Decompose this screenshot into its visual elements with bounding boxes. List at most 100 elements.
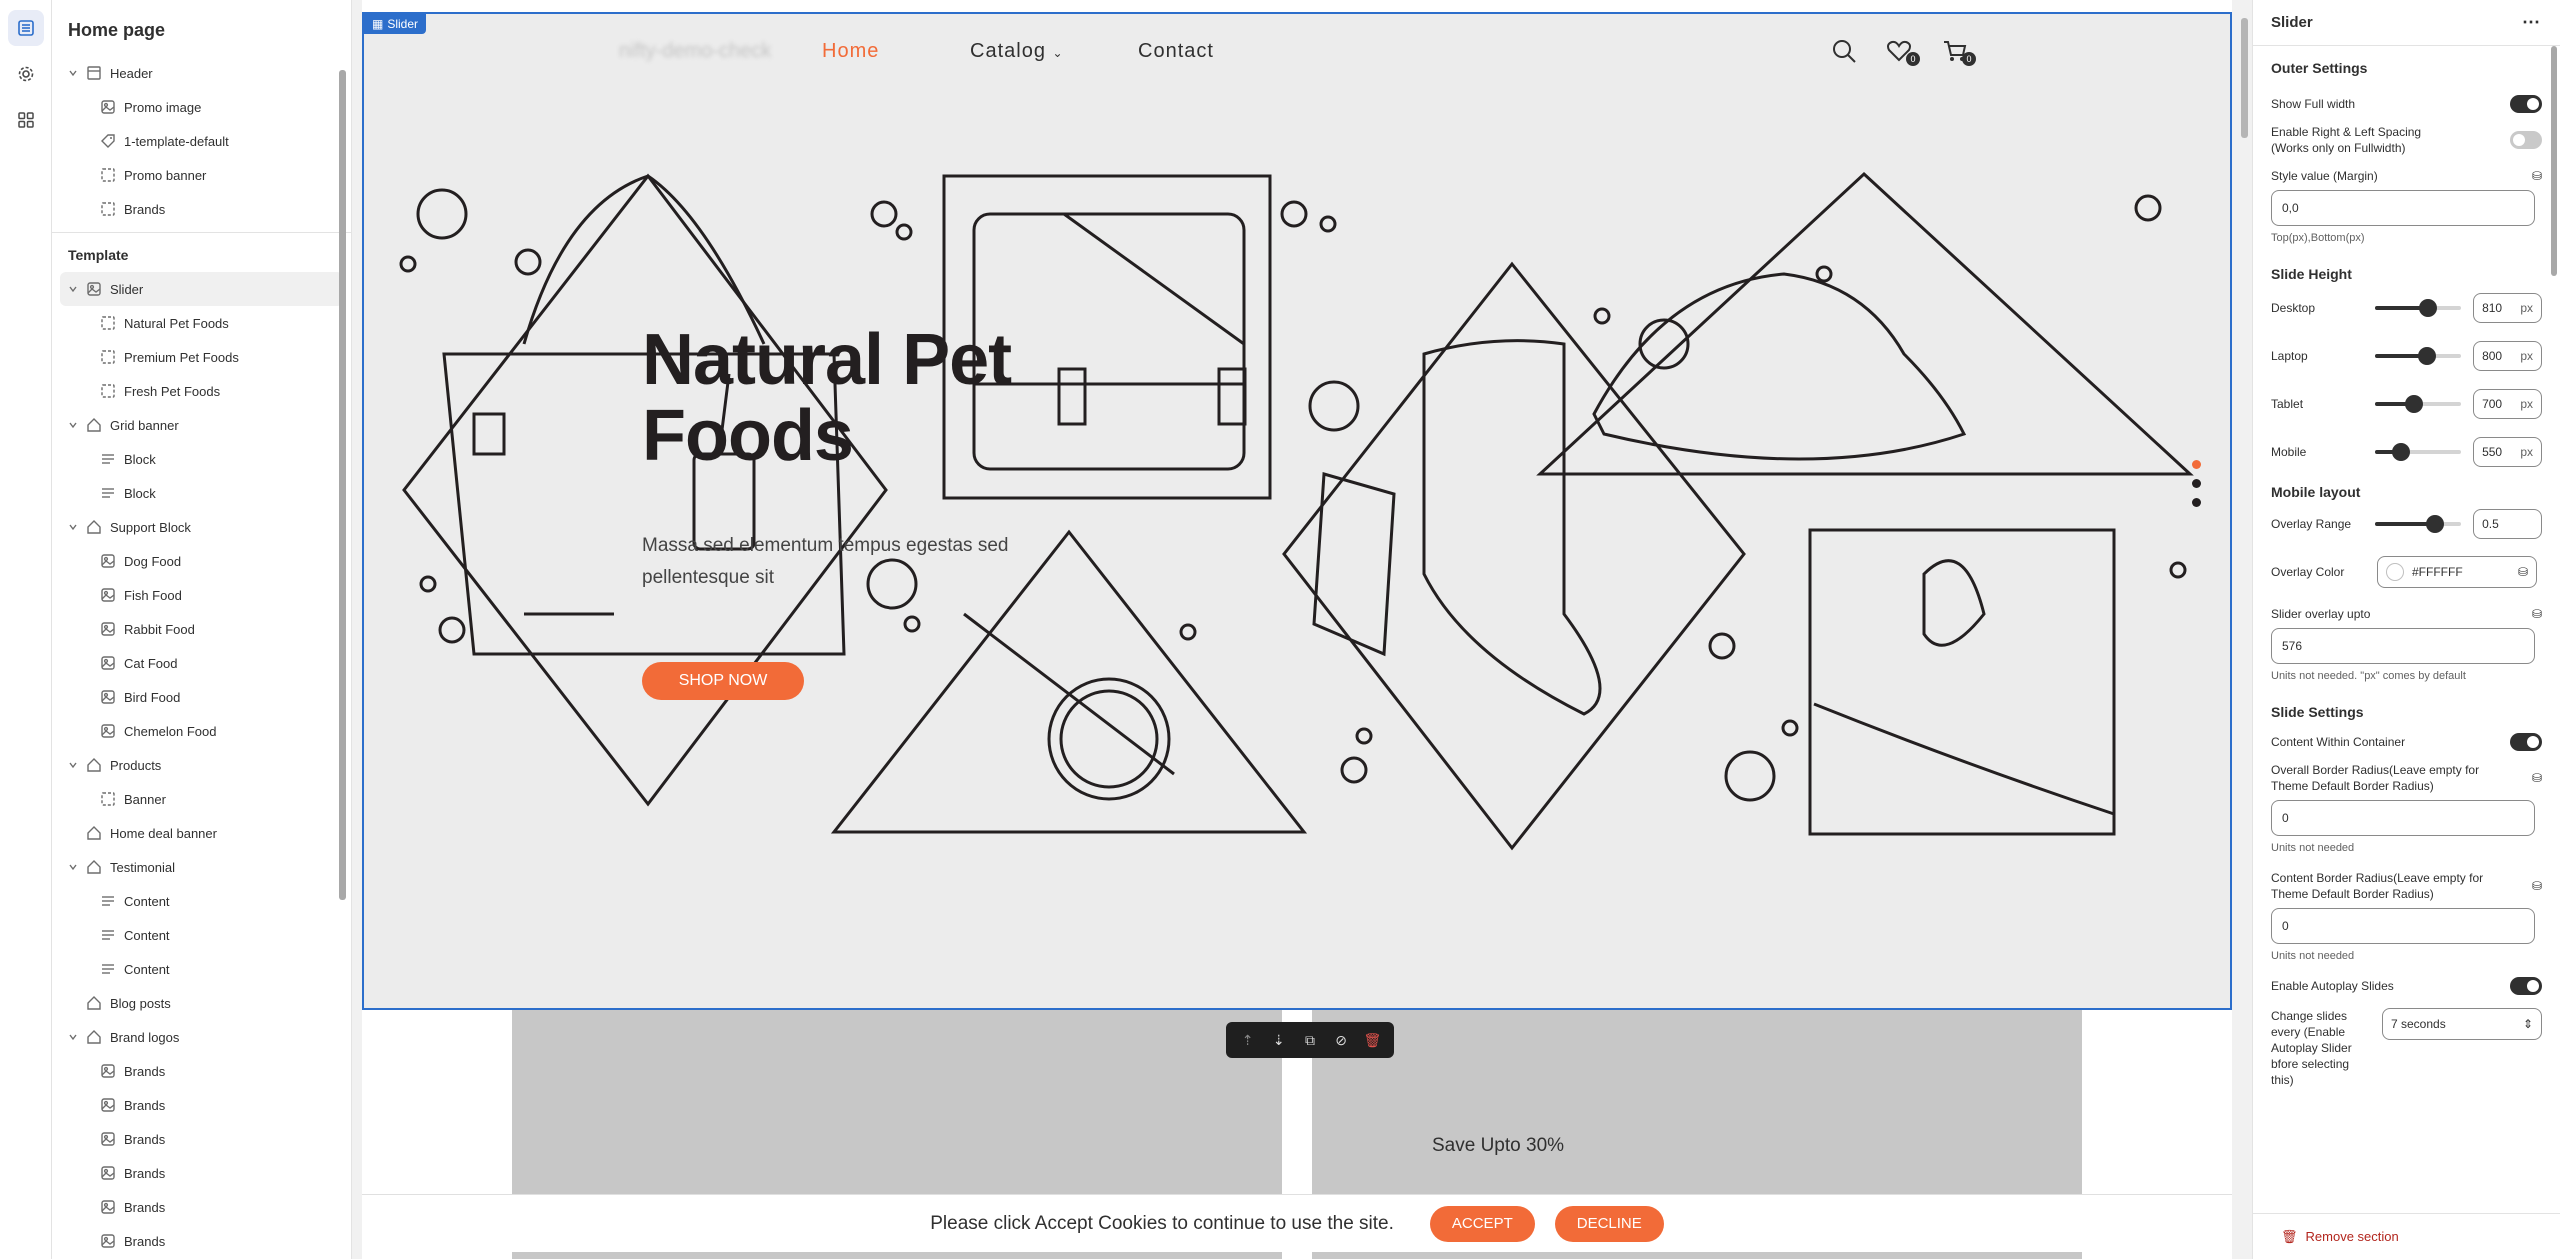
enable-spacing-toggle[interactable] (2510, 131, 2542, 149)
overall-radius-input[interactable]: 0 (2271, 800, 2535, 836)
hide-button[interactable]: ⊘ (1329, 1028, 1353, 1052)
overlay-range-slider[interactable] (2374, 515, 2462, 533)
slider-dot-2[interactable] (2192, 479, 2201, 488)
tree-scrollbar[interactable] (337, 56, 347, 1246)
tree-item-promo-image[interactable]: Promo image (52, 90, 351, 124)
tree-item-blog-posts[interactable]: Blog posts (52, 986, 351, 1020)
settings-scrollbar[interactable] (2550, 46, 2558, 1206)
style-margin-input[interactable]: 0,0 (2271, 190, 2535, 226)
wishlist-icon[interactable]: 0 (1886, 38, 1920, 66)
tree-item-brands[interactable]: Brands (52, 1122, 351, 1156)
dynamic-source-icon[interactable]: ⛁ (2532, 879, 2542, 893)
chevron-down-icon[interactable] (66, 282, 80, 296)
tree-item-block[interactable]: Block (52, 476, 351, 510)
tree-item-support-block[interactable]: Support Block (52, 510, 351, 544)
canvas-scrollbar[interactable] (2238, 0, 2252, 1259)
tree-item-fresh-pet-foods[interactable]: Fresh Pet Foods (52, 374, 351, 408)
tree-item-brands[interactable]: Brands (52, 1088, 351, 1122)
tree-item-content[interactable]: Content (52, 918, 351, 952)
slider-dot-1[interactable] (2192, 460, 2201, 469)
dynamic-source-icon[interactable]: ⛁ (2532, 771, 2542, 785)
height-slider-desktop[interactable] (2374, 299, 2462, 317)
overlay-range-handle[interactable] (2426, 515, 2445, 533)
change-every-select[interactable]: 7 seconds ⇕ (2382, 1008, 2542, 1040)
tree-item-rabbit-food[interactable]: Rabbit Food (52, 612, 351, 646)
tree-item-brands[interactable]: Brands (52, 192, 351, 226)
height-input-mobile[interactable]: 550 px (2473, 437, 2542, 467)
tree-item-content[interactable]: Content (52, 952, 351, 986)
content-radius-input[interactable]: 0 (2271, 908, 2535, 944)
accept-cookies-button[interactable]: ACCEPT (1429, 1205, 1535, 1242)
shop-now-button[interactable]: SHOP NOW (642, 662, 804, 700)
dynamic-source-icon[interactable]: ⛁ (2532, 607, 2542, 621)
tree-item-cat-food[interactable]: Cat Food (52, 646, 351, 680)
overlay-color-swatch[interactable] (2386, 563, 2404, 581)
nav-catalog-link[interactable]: Catalog ⌄ (970, 40, 1064, 63)
height-input-tablet[interactable]: 700 px (2473, 389, 2542, 419)
tree-item-testimonial[interactable]: Testimonial (52, 850, 351, 884)
dynamic-source-icon[interactable]: ⛁ (2518, 565, 2528, 579)
duplicate-button[interactable]: ⧉ (1298, 1028, 1322, 1052)
tree-item-1-template-default[interactable]: 1-template-default (52, 124, 351, 158)
height-slider-handle[interactable] (2417, 347, 2436, 365)
content-within-toggle[interactable] (2510, 733, 2542, 751)
decline-cookies-button[interactable]: DECLINE (1554, 1205, 1664, 1242)
chevron-down-icon[interactable] (66, 1030, 80, 1044)
tree-item-brands[interactable]: Brands (52, 1190, 351, 1224)
chevron-down-icon[interactable] (66, 860, 80, 874)
dynamic-source-icon[interactable]: ⛁ (2532, 169, 2542, 183)
autoplay-toggle[interactable] (2510, 977, 2542, 995)
tree-item-brands[interactable]: Brands (52, 1156, 351, 1190)
chevron-down-icon[interactable] (66, 758, 80, 772)
height-input-laptop[interactable]: 800 px (2473, 341, 2542, 371)
theme-settings-button[interactable] (8, 56, 44, 92)
slider-dot-3[interactable] (2192, 498, 2201, 507)
show-full-width-toggle[interactable] (2510, 95, 2542, 113)
move-up-button[interactable]: ⇡ (1236, 1028, 1260, 1052)
nav-contact-link[interactable]: Contact (1138, 40, 1214, 63)
store-logo[interactable]: nifty-demo-check (619, 40, 771, 63)
app-embeds-button[interactable] (8, 102, 44, 138)
more-options-icon[interactable]: ⋯ (2522, 12, 2540, 33)
tree-item-products[interactable]: Products (52, 748, 351, 782)
tree-item-bird-food[interactable]: Bird Food (52, 680, 351, 714)
canvas-scrollbar-thumb[interactable] (2241, 18, 2248, 138)
cart-icon[interactable]: 0 (1942, 38, 1976, 66)
tree-item-chemelon-food[interactable]: Chemelon Food (52, 714, 351, 748)
nav-home-link[interactable]: Home (822, 40, 879, 63)
tree-item-block[interactable]: Block (52, 442, 351, 476)
tree-item-premium-pet-foods[interactable]: Premium Pet Foods (52, 340, 351, 374)
height-slider-laptop[interactable] (2374, 347, 2462, 365)
tree-item-header[interactable]: Header (52, 56, 351, 90)
chevron-down-icon[interactable] (66, 520, 80, 534)
overlay-range-input[interactable]: 0.5 (2473, 509, 2542, 539)
tree-item-promo-banner[interactable]: Promo banner (52, 158, 351, 192)
tree-item-natural-pet-foods[interactable]: Natural Pet Foods (52, 306, 351, 340)
tree-item-content[interactable]: Content (52, 884, 351, 918)
tree-item-banner[interactable]: Banner (52, 782, 351, 816)
slider-section[interactable]: ▦ Slider nifty-demo-check Home Catalog ⌄… (362, 12, 2232, 1010)
search-icon[interactable] (1831, 38, 1859, 66)
height-slider-handle[interactable] (2419, 299, 2438, 317)
tree-item-brand-logos[interactable]: Brand logos (52, 1020, 351, 1054)
tree-item-slider[interactable]: Slider (60, 272, 343, 306)
height-input-desktop[interactable]: 810 px (2473, 293, 2542, 323)
remove-section-button[interactable]: 🗑 Remove section (2253, 1213, 2560, 1259)
sections-tab-button[interactable] (8, 10, 44, 46)
chevron-down-icon[interactable] (66, 66, 80, 80)
slider-overlay-input[interactable]: 576 (2271, 628, 2535, 664)
move-down-button[interactable]: ⇣ (1267, 1028, 1291, 1052)
tree-item-brands[interactable]: Brands (52, 1054, 351, 1088)
height-slider-mobile[interactable] (2374, 443, 2462, 461)
height-slider-handle[interactable] (2404, 395, 2423, 413)
height-slider-tablet[interactable] (2374, 395, 2462, 413)
settings-scrollbar-thumb[interactable] (2551, 46, 2557, 276)
height-slider-handle[interactable] (2391, 443, 2410, 461)
tree-item-brands[interactable]: Brands (52, 1224, 351, 1258)
overlay-color-picker[interactable]: #FFFFFF ⛁ (2377, 556, 2537, 588)
delete-button[interactable]: 🗑 (1360, 1028, 1384, 1052)
tree-item-home-deal-banner[interactable]: Home deal banner (52, 816, 351, 850)
tree-item-dog-food[interactable]: Dog Food (52, 544, 351, 578)
tree-item-fish-food[interactable]: Fish Food (52, 578, 351, 612)
tree-item-grid-banner[interactable]: Grid banner (52, 408, 351, 442)
